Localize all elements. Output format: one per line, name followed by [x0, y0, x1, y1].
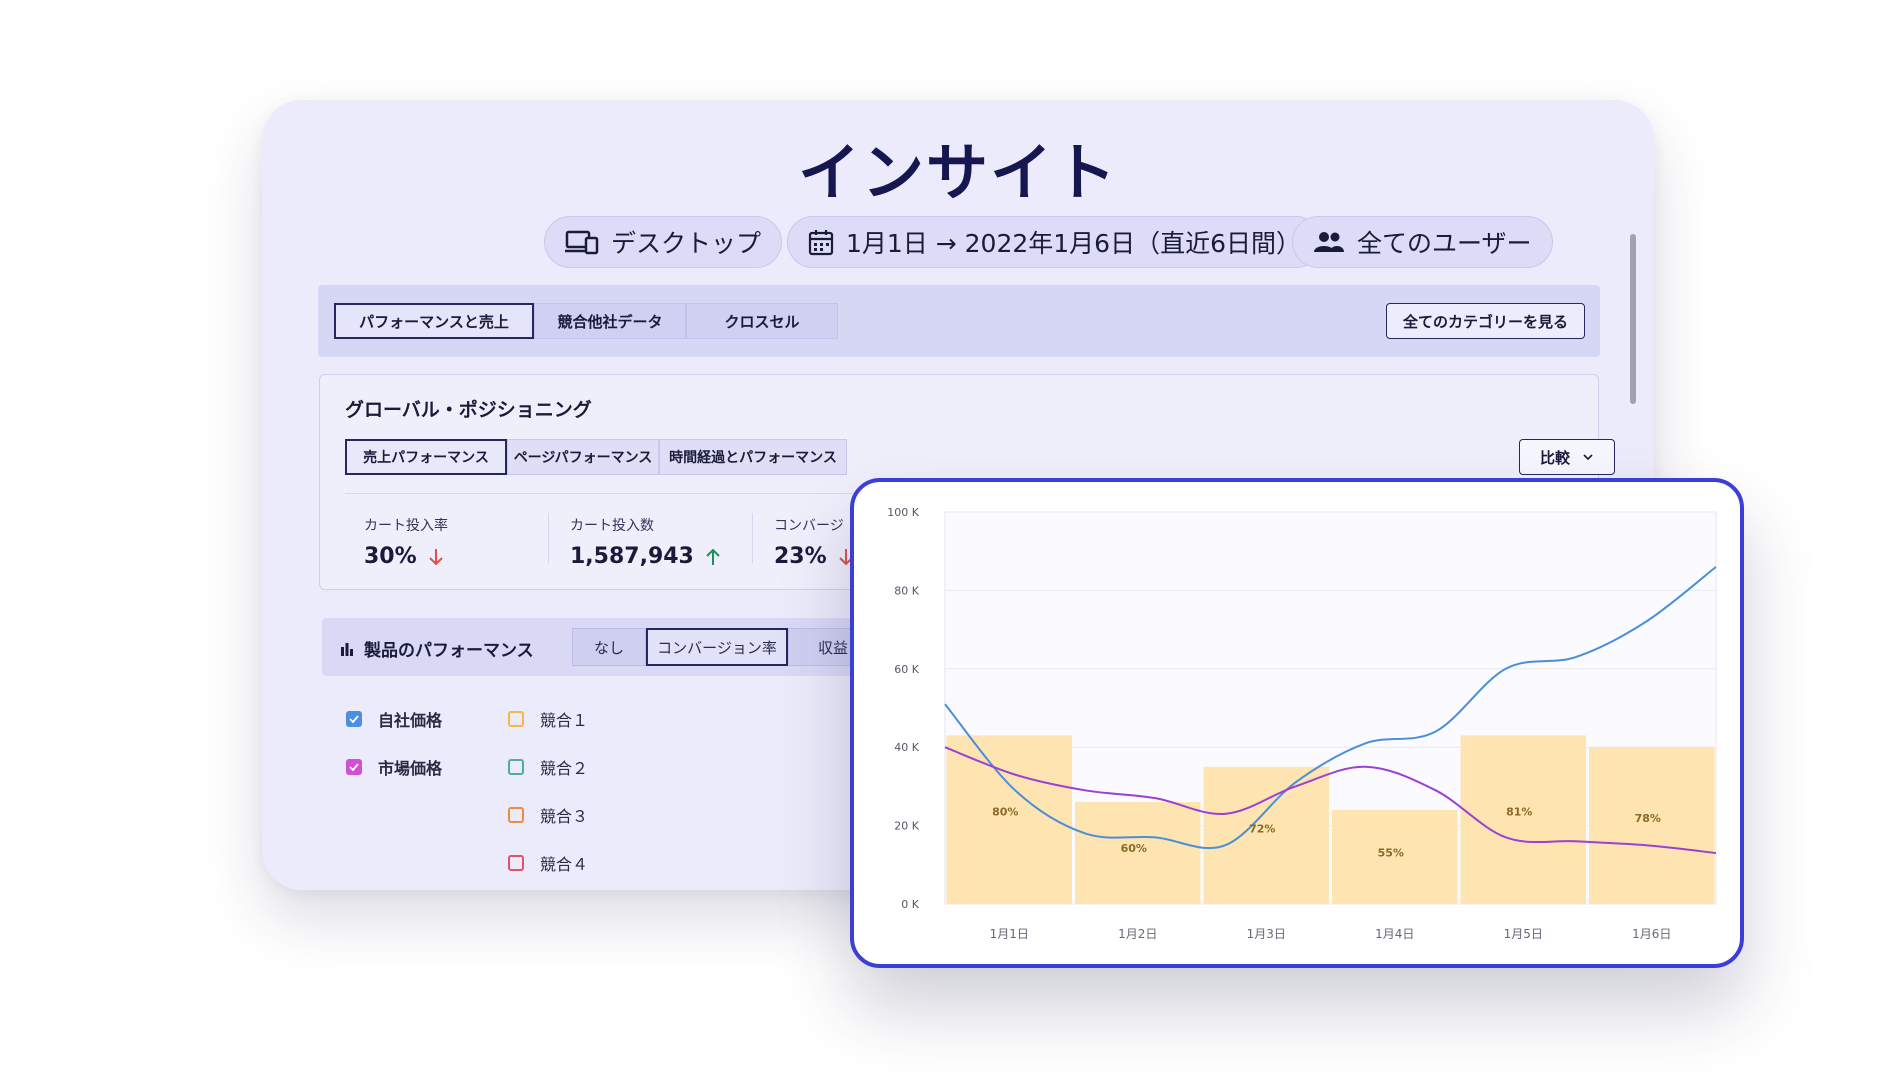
- stage: インサイト デスクトップ 1月1日 → 2022年1月6日（直近6日間） 全ての…: [0, 0, 1904, 1079]
- legend-label: 競合３: [540, 807, 589, 826]
- checkbox-icon[interactable]: [508, 807, 524, 823]
- metric-value: 30%: [364, 544, 417, 569]
- checkbox-icon[interactable]: [508, 759, 524, 775]
- date-range-label: 1月1日 → 2022年1月6日（直近6日間）: [846, 229, 1301, 258]
- x-tick-label: 1月2日: [1118, 927, 1157, 941]
- legend-competitor-1[interactable]: 競合１: [508, 707, 588, 731]
- checkbox-icon[interactable]: [508, 855, 524, 871]
- bar: [1460, 735, 1586, 904]
- date-range-filter[interactable]: 1月1日 → 2022年1月6日（直近6日間）: [787, 216, 1322, 268]
- legend-own-price[interactable]: 自社価格: [346, 707, 442, 731]
- users-icon: [1314, 232, 1344, 252]
- legend-label: 市場価格: [378, 759, 443, 778]
- metric-value-row: 30%: [364, 544, 448, 569]
- tab-group: パフォーマンスと売上 競合他社データ クロスセル: [334, 303, 838, 339]
- legend-label: 競合２: [540, 759, 589, 778]
- compare-dropdown[interactable]: 比較: [1519, 439, 1615, 475]
- metric-value-row: 23%: [774, 544, 853, 569]
- bar-data-label: 60%: [1121, 842, 1147, 855]
- tab-cross-sell[interactable]: クロスセル: [686, 303, 838, 339]
- product-performance-title: 製品のパフォーマンス: [364, 641, 534, 661]
- page-title: インサイト: [797, 136, 1118, 209]
- bar-data-label: 72%: [1249, 823, 1275, 836]
- y-tick-label: 40 K: [894, 741, 919, 754]
- bar: [1589, 747, 1715, 904]
- legend-competitor-2[interactable]: 競合２: [508, 755, 588, 779]
- arrow-up-icon: [706, 548, 720, 565]
- y-tick-label: 60 K: [894, 663, 919, 676]
- tab-performance-sales[interactable]: パフォーマンスと売上: [334, 303, 534, 339]
- performance-subtabs: 売上パフォーマンス ページパフォーマンス 時間経過とパフォーマンス: [345, 439, 847, 475]
- calendar-icon: [808, 230, 834, 256]
- bar-data-label: 80%: [992, 805, 1018, 818]
- checkbox-checked-icon[interactable]: [346, 759, 362, 775]
- legend-competitor-4[interactable]: 競合４: [508, 851, 588, 875]
- bar-chart-icon: [341, 642, 353, 656]
- metric-label: カート投入数: [570, 518, 654, 534]
- scrollbar[interactable]: [1630, 234, 1636, 404]
- y-tick-label: 80 K: [894, 584, 919, 597]
- view-all-categories-button[interactable]: 全てのカテゴリーを見る: [1385, 303, 1585, 339]
- y-tick-label: 100 K: [887, 506, 919, 519]
- y-tick-label: 0 K: [901, 898, 919, 911]
- y-tick-label: 20 K: [894, 820, 919, 833]
- bar-data-label: 55%: [1378, 846, 1404, 859]
- subtab-page-performance[interactable]: ページパフォーマンス: [507, 439, 659, 475]
- product-performance-heading: 製品のパフォーマンス: [340, 636, 534, 661]
- subtab-sales-performance[interactable]: 売上パフォーマンス: [345, 439, 507, 475]
- legend-market-price[interactable]: 市場価格: [346, 755, 442, 779]
- metric-value: 1,587,943: [570, 544, 694, 569]
- user-filter[interactable]: 全てのユーザー: [1292, 216, 1553, 268]
- subtab-performance-over-time[interactable]: 時間経過とパフォーマンス: [659, 439, 847, 475]
- global-positioning-title: グローバル・ポジショニング: [345, 399, 592, 421]
- chart-card: 0 K 20 K 40 K 60 K 80 K 100 K 80% 60% 72% 55% 81% 7…: [850, 478, 1744, 968]
- x-tick-label: 1月1日: [990, 927, 1029, 941]
- tab-competitor-data[interactable]: 競合他社データ: [534, 303, 686, 339]
- x-tick-label: 1月5日: [1504, 927, 1543, 941]
- metric-value-row: 1,587,943: [570, 544, 720, 569]
- category-tab-bar: パフォーマンスと売上 競合他社データ クロスセル 全てのカテゴリーを見る: [318, 285, 1600, 357]
- legend-label: 競合４: [540, 855, 589, 874]
- metric-add-to-cart-rate: カート投入率 30%: [364, 515, 448, 569]
- metric-conversion: コンバージ 23%: [774, 515, 853, 569]
- metric-label: カート投入率: [364, 518, 448, 534]
- devices-icon: [565, 230, 599, 255]
- x-tick-label: 1月3日: [1247, 927, 1286, 941]
- x-tick-label: 1月6日: [1632, 927, 1671, 941]
- device-filter-label: デスクトップ: [611, 229, 762, 258]
- legend-competitor-3[interactable]: 競合３: [508, 803, 588, 827]
- legend-label: 自社価格: [378, 711, 443, 730]
- metric-add-to-cart-count: カート投入数 1,587,943: [570, 515, 720, 569]
- metric-label: コンバージ: [774, 518, 844, 534]
- metric-separator: [752, 513, 753, 563]
- metric-options: なし コンバージョン率 収益: [572, 628, 878, 666]
- user-filter-label: 全てのユーザー: [1357, 229, 1532, 258]
- option-conversion-rate[interactable]: コンバージョン率: [646, 628, 788, 666]
- device-filter[interactable]: デスクトップ: [544, 216, 783, 268]
- x-tick-label: 1月4日: [1375, 927, 1414, 941]
- bar-data-label: 78%: [1635, 812, 1661, 825]
- compare-label: 比較: [1539, 448, 1570, 467]
- option-none[interactable]: なし: [572, 628, 646, 666]
- metric-value: 23%: [774, 544, 827, 569]
- checkbox-icon[interactable]: [508, 711, 524, 727]
- performance-chart: 0 K 20 K 40 K 60 K 80 K 100 K 80% 60% 72% 55% 81% 7…: [887, 506, 1717, 941]
- metric-separator: [548, 513, 549, 563]
- bar-data-label: 81%: [1506, 805, 1532, 818]
- chevron-down-icon: [1583, 454, 1593, 461]
- legend-label: 競合１: [540, 711, 589, 730]
- checkbox-checked-icon[interactable]: [346, 711, 362, 727]
- arrow-down-icon: [428, 548, 443, 565]
